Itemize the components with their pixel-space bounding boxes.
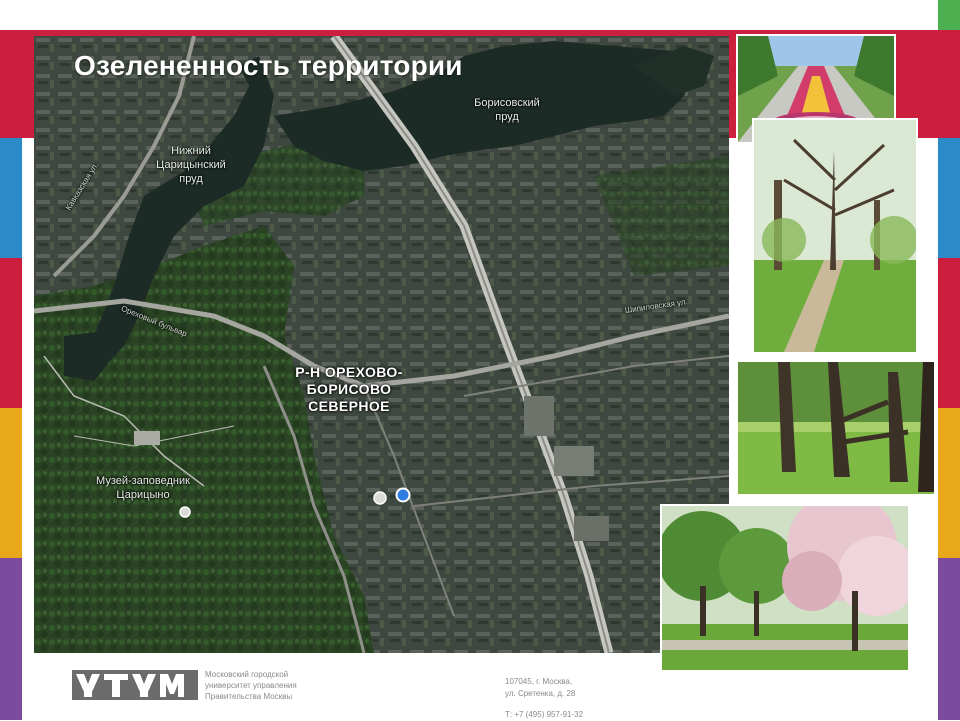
district-label: Р-Н ОРЕХОВО-БОРИСОВО СЕВЕРНОЕ: [295, 364, 403, 414]
location-pin-icon: [395, 487, 411, 503]
university-logo-icon: [72, 670, 198, 700]
address-text: 107045, г. Москва, ул. Сретенка, д. 28: [505, 677, 576, 698]
borisovsky-pond-label: Борисовский пруд: [474, 97, 540, 123]
page-title: Озелененность территории: [74, 50, 463, 81]
museum-marker-icon: [179, 506, 191, 518]
photo-oak-trees: [752, 118, 918, 354]
photo-blossoming-trees: [660, 504, 910, 672]
museum-label: Музей-заповедник Царицыно: [96, 475, 190, 501]
poi-marker-icon: [373, 491, 387, 505]
map-canvas: [34, 36, 729, 653]
lower-tsaritsyno-pond-label: Нижний Царицынский пруд: [156, 145, 226, 185]
satellite-map[interactable]: Борисовский пруд Нижний Царицынский пруд…: [34, 36, 729, 653]
phone-text: Т: +7 (495) 957-91-32: [505, 710, 584, 719]
photo-old-trees: [736, 360, 936, 496]
university-name: Московский городской университет управле…: [205, 670, 297, 701]
